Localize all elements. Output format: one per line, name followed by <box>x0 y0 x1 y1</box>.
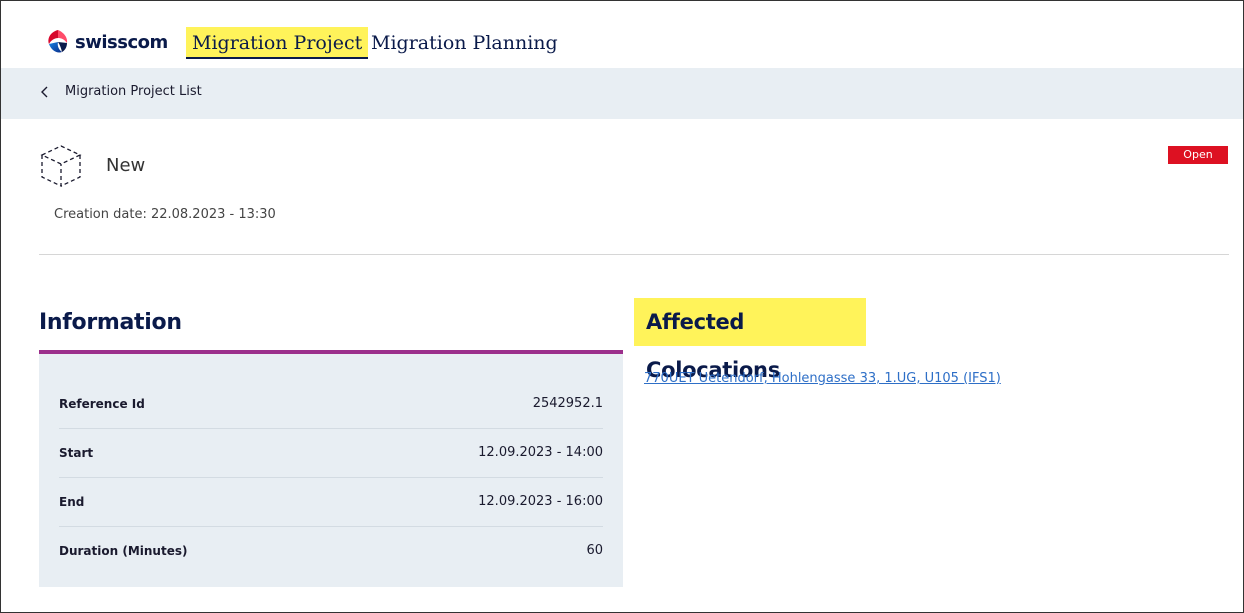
top-navigation: swisscom Migration Project Migration Pla… <box>1 1 1243 67</box>
project-title: New <box>106 155 146 176</box>
cube-outline-icon <box>40 145 82 188</box>
tab-migration-project[interactable]: Migration Project <box>186 27 369 59</box>
info-row-duration: Duration (Minutes) 60 <box>59 526 603 575</box>
affected-colocations-heading: Affected Colocations <box>634 298 866 382</box>
info-row-end: End 12.09.2023 - 16:00 <box>59 477 603 527</box>
information-card: Reference Id 2542952.1 Start 12.09.2023 … <box>39 350 623 587</box>
info-row-start: Start 12.09.2023 - 14:00 <box>59 428 603 478</box>
tab-migration-planning[interactable]: Migration Planning <box>365 27 564 59</box>
section-divider <box>39 254 1229 255</box>
information-heading: Information <box>39 310 182 335</box>
breadcrumb-bar: Migration Project List <box>1 68 1243 119</box>
info-value: 2542952.1 <box>532 396 603 411</box>
app-window: swisscom Migration Project Migration Pla… <box>0 0 1244 613</box>
breadcrumb-back-link[interactable]: Migration Project List <box>39 84 202 99</box>
colocation-link[interactable]: 770UET Uetendorf, Hohlengasse 33, 1.UG, … <box>644 371 1001 386</box>
info-value: 60 <box>586 543 603 558</box>
info-label: Start <box>59 445 94 460</box>
brand-name: swisscom <box>75 31 168 53</box>
info-label: Reference Id <box>59 396 145 411</box>
swisscom-logo-icon <box>48 30 68 53</box>
info-value: 12.09.2023 - 16:00 <box>478 494 603 509</box>
breadcrumb-label: Migration Project List <box>65 84 202 99</box>
brand-logo[interactable]: swisscom <box>45 29 168 55</box>
info-row-reference-id: Reference Id 2542952.1 <box>59 379 603 429</box>
info-value: 12.09.2023 - 14:00 <box>478 445 603 460</box>
chevron-left-icon <box>41 86 48 97</box>
status-badge: Open <box>1168 146 1228 164</box>
creation-date: Creation date: 22.08.2023 - 13:30 <box>54 207 276 222</box>
info-label: End <box>59 494 85 509</box>
info-label: Duration (Minutes) <box>59 543 188 558</box>
